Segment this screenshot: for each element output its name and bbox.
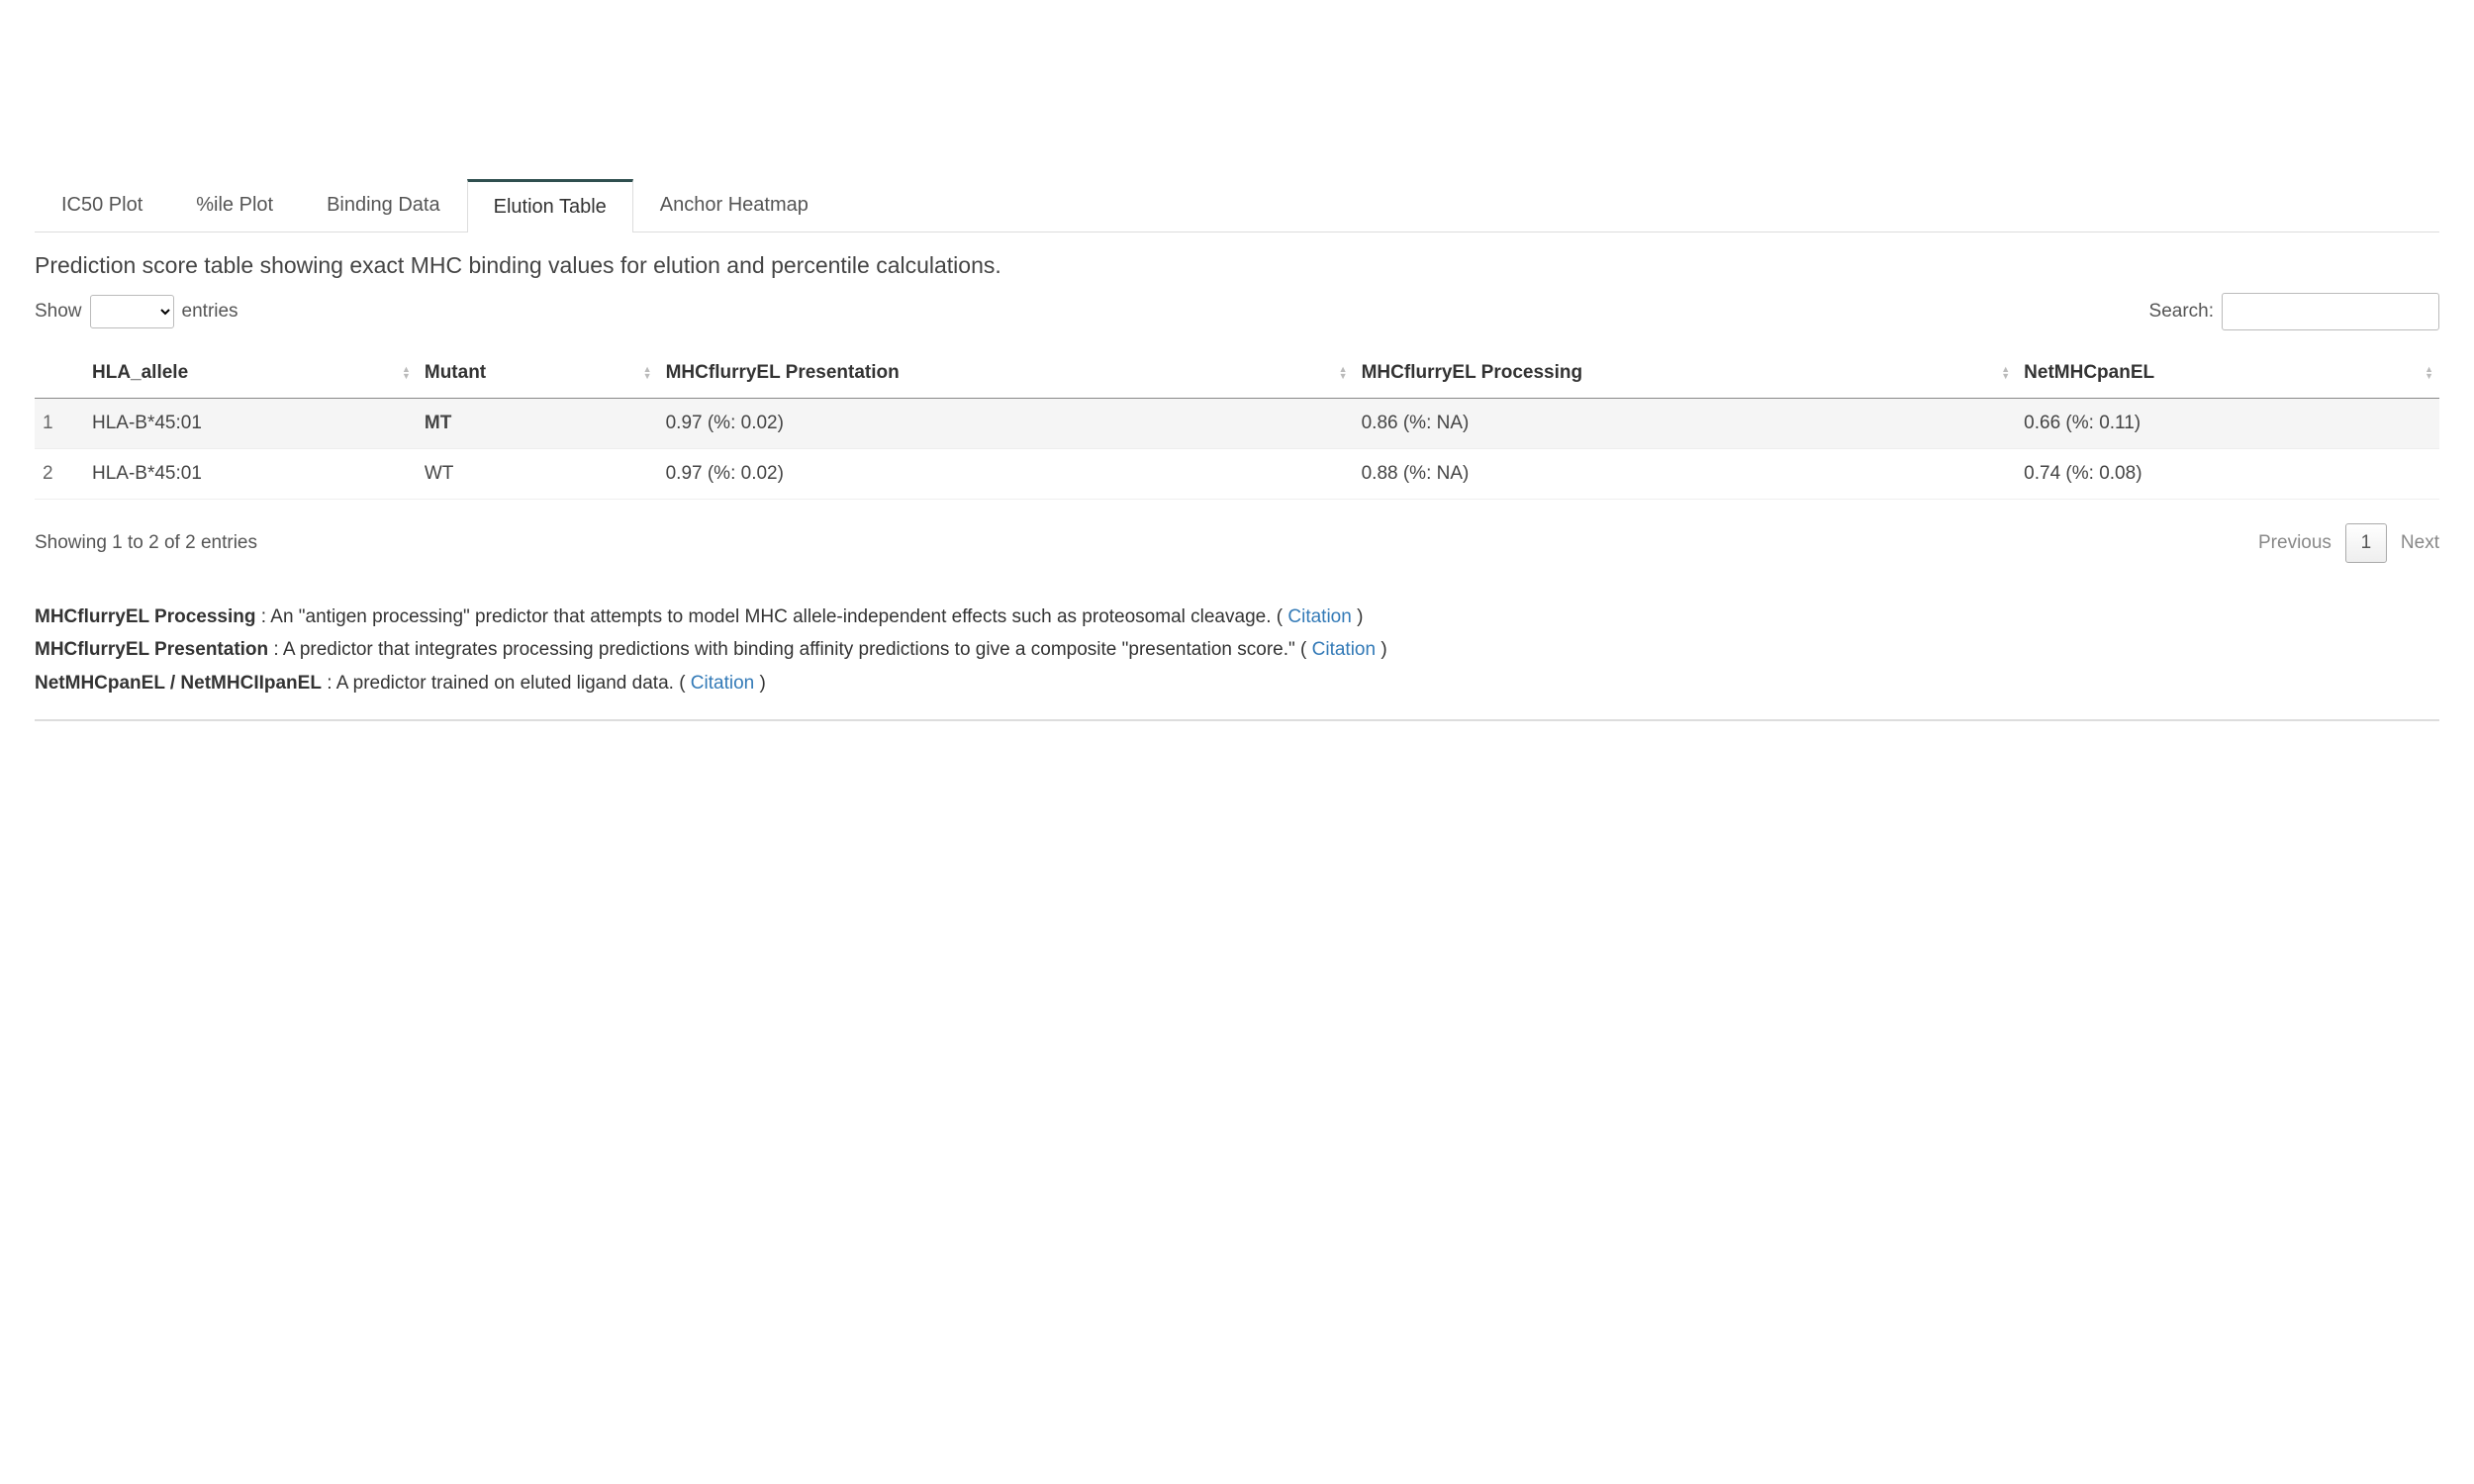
tab-binding-data[interactable]: Binding Data <box>300 179 467 232</box>
definition-term: MHCflurryEL Presentation <box>35 639 268 660</box>
table-controls: Show entries Search: <box>35 293 2439 330</box>
citation-link[interactable]: Citation <box>1312 639 1376 660</box>
cell-netmhcpanel: 0.66 (%: 0.11) <box>2016 399 2439 449</box>
definition-line: MHCflurryEL Processing : An "antigen pro… <box>35 603 2439 631</box>
cell-mhcflurryel-presentation: 0.97 (%: 0.02) <box>658 399 1354 449</box>
sort-icon: ▲▼ <box>2001 366 2010 380</box>
sort-icon: ▲▼ <box>643 366 652 380</box>
entries-info: Showing 1 to 2 of 2 entries <box>35 532 257 554</box>
col-mhcflurryel-processing[interactable]: MHCflurryEL Processing▲▼ <box>1354 348 2017 399</box>
tabs-nav: IC50 Plot%ile PlotBinding DataElution Ta… <box>35 178 2439 232</box>
tab-ic50-plot[interactable]: IC50 Plot <box>35 179 169 232</box>
table-header: HLA_allele▲▼Mutant▲▼MHCflurryEL Presenta… <box>35 348 2439 399</box>
search-label: Search: <box>2149 301 2214 323</box>
table-description: Prediction score table showing exact MHC… <box>35 252 2439 279</box>
elution-table: HLA_allele▲▼Mutant▲▼MHCflurryEL Presenta… <box>35 348 2439 500</box>
definition-term: NetMHCpanEL / NetMHCIIpanEL <box>35 673 322 694</box>
cell-mhcflurryel-presentation: 0.97 (%: 0.02) <box>658 449 1354 500</box>
table-row: 2HLA-B*45:01WT0.97 (%: 0.02)0.88 (%: NA)… <box>35 449 2439 500</box>
table-footer: Showing 1 to 2 of 2 entries Previous 1 N… <box>35 523 2439 563</box>
cell-hla-allele: HLA-B*45:01 <box>84 399 417 449</box>
tab-anchor-heatmap[interactable]: Anchor Heatmap <box>633 179 835 232</box>
next-button[interactable]: Next <box>2401 532 2439 554</box>
cell-hla-allele: HLA-B*45:01 <box>84 449 417 500</box>
sort-icon: ▲▼ <box>2425 366 2433 380</box>
citation-link[interactable]: Citation <box>691 673 754 694</box>
cell-mhcflurryel-processing: 0.88 (%: NA) <box>1354 449 2017 500</box>
entries-control: Show entries <box>35 295 238 328</box>
col-mhcflurryel-presentation[interactable]: MHCflurryEL Presentation▲▼ <box>658 348 1354 399</box>
previous-button[interactable]: Previous <box>2258 532 2331 554</box>
page-number[interactable]: 1 <box>2345 523 2387 563</box>
tab-elution-table[interactable]: Elution Table <box>467 179 633 232</box>
table-row: 1HLA-B*45:01MT0.97 (%: 0.02)0.86 (%: NA)… <box>35 399 2439 449</box>
definition-desc: : A predictor that integrates processing… <box>268 639 1311 660</box>
entries-label: entries <box>182 301 238 323</box>
cell-mutant: MT <box>417 399 658 449</box>
search-input[interactable] <box>2222 293 2439 330</box>
cell-index: 2 <box>35 449 84 500</box>
citation-link[interactable]: Citation <box>1287 606 1351 627</box>
pager: Previous 1 Next <box>2258 523 2439 563</box>
cell-mutant: WT <box>417 449 658 500</box>
definition-line: MHCflurryEL Presentation : A predictor t… <box>35 635 2439 664</box>
search-control: Search: <box>2149 293 2439 330</box>
show-label: Show <box>35 301 82 323</box>
cell-mhcflurryel-processing: 0.86 (%: NA) <box>1354 399 2017 449</box>
col-hla-allele[interactable]: HLA_allele▲▼ <box>84 348 417 399</box>
col-netmhcpanel[interactable]: NetMHCpanEL▲▼ <box>2016 348 2439 399</box>
cell-netmhcpanel: 0.74 (%: 0.08) <box>2016 449 2439 500</box>
tab--ile-plot[interactable]: %ile Plot <box>169 179 300 232</box>
sort-icon: ▲▼ <box>402 366 411 380</box>
definitions: MHCflurryEL Processing : An "antigen pro… <box>35 603 2439 721</box>
definition-term: MHCflurryEL Processing <box>35 606 255 627</box>
cell-index: 1 <box>35 399 84 449</box>
entries-select[interactable] <box>90 295 174 328</box>
definition-desc: : A predictor trained on eluted ligand d… <box>322 673 691 694</box>
sort-icon: ▲▼ <box>1339 366 1348 380</box>
col-index <box>35 348 84 399</box>
definition-line: NetMHCpanEL / NetMHCIIpanEL : A predicto… <box>35 669 2439 697</box>
table-body: 1HLA-B*45:01MT0.97 (%: 0.02)0.86 (%: NA)… <box>35 399 2439 500</box>
definition-desc: : An "antigen processing" predictor that… <box>255 606 1287 627</box>
col-mutant[interactable]: Mutant▲▼ <box>417 348 658 399</box>
